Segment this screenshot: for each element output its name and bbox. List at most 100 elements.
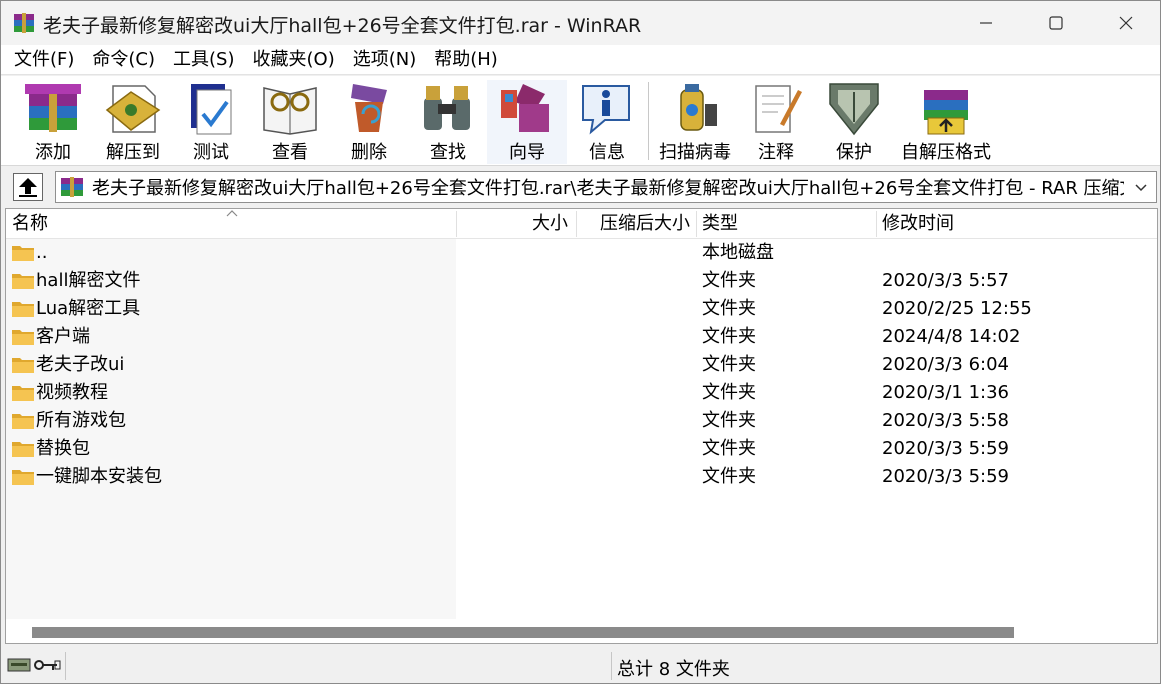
file-type: 文件夹 — [702, 326, 756, 347]
title-bar[interactable]: 老夫子最新修复解密改ui大厅hall包+26号全套文件打包.rar - WinR… — [1, 1, 1160, 45]
folder-icon — [12, 470, 34, 485]
extract-to-button[interactable]: 解压到 — [97, 80, 169, 164]
file-name: 一键脚本安装包 — [36, 466, 162, 487]
folder-icon — [12, 358, 34, 373]
file-type: 文件夹 — [702, 270, 756, 291]
menu-help[interactable]: 帮助(H) — [425, 45, 507, 75]
column-type[interactable]: 类型 — [702, 209, 738, 239]
path-text: 老夫子最新修复解密改ui大厅hall包+26号全套文件打包.rar\老夫子最新修… — [92, 178, 1124, 199]
virus-scan-label: 扫描病毒 — [659, 142, 731, 163]
file-modified: 2020/3/3 5:57 — [882, 270, 1009, 291]
column-name[interactable]: 名称 — [12, 209, 48, 239]
protect-icon — [829, 83, 879, 136]
toolbar-separator — [648, 82, 649, 160]
folder-icon — [12, 442, 34, 457]
info-label: 信息 — [589, 142, 625, 163]
find-button[interactable]: 查找 — [411, 80, 485, 164]
path-combobox[interactable]: 老夫子最新修复解密改ui大厅hall包+26号全套文件打包.rar\老夫子最新修… — [55, 171, 1157, 203]
table-row[interactable]: Lua解密工具 文件夹 2020/2/25 12:55 — [6, 295, 1157, 323]
status-separator — [611, 652, 612, 680]
virus-scan-button[interactable]: 扫描病毒 — [655, 80, 735, 164]
column-separator[interactable] — [696, 211, 697, 237]
address-bar: 老夫子最新修复解密改ui大厅hall包+26号全套文件打包.rar\老夫子最新修… — [1, 167, 1160, 207]
menu-commands[interactable]: 命令(C) — [83, 45, 164, 75]
file-type: 文件夹 — [702, 298, 756, 319]
extract-to-label: 解压到 — [106, 142, 160, 163]
table-row[interactable]: hall解密文件 文件夹 2020/3/3 5:57 — [6, 267, 1157, 295]
file-list[interactable]: 名称 大小 压缩后大小 类型 修改时间 .. 本地磁盘 hall解密文件 文件夹… — [5, 208, 1158, 644]
table-row[interactable]: 一键脚本安装包 文件夹 2020/3/3 5:59 — [6, 463, 1157, 491]
table-row[interactable]: 视频教程 文件夹 2020/3/1 1:36 — [6, 379, 1157, 407]
table-row[interactable]: 替换包 文件夹 2020/3/3 5:59 — [6, 435, 1157, 463]
menu-tools[interactable]: 工具(S) — [164, 45, 243, 75]
folder-icon — [12, 386, 34, 401]
file-name: 客户端 — [36, 326, 90, 347]
winrar-window: 老夫子最新修复解密改ui大厅hall包+26号全套文件打包.rar - WinR… — [0, 0, 1161, 684]
menu-favorites[interactable]: 收藏夹(O) — [244, 45, 344, 75]
test-label: 测试 — [193, 142, 229, 163]
column-size[interactable]: 大小 — [532, 209, 568, 239]
sfx-button[interactable]: 自解压格式 — [897, 80, 995, 164]
scrollbar-thumb[interactable] — [32, 627, 1014, 638]
file-type: 文件夹 — [702, 410, 756, 431]
up-folder-button[interactable] — [13, 173, 43, 201]
view-icon — [263, 87, 317, 135]
chevron-down-icon[interactable] — [1132, 178, 1150, 196]
column-separator[interactable] — [456, 211, 457, 237]
table-row[interactable]: 老夫子改ui 文件夹 2020/3/3 6:04 — [6, 351, 1157, 379]
file-rows: .. 本地磁盘 hall解密文件 文件夹 2020/3/3 5:57 Lua解密… — [6, 239, 1157, 491]
column-modified[interactable]: 修改时间 — [882, 209, 954, 239]
comment-button[interactable]: 注释 — [743, 80, 809, 164]
file-name: 替换包 — [36, 438, 90, 459]
file-name: hall解密文件 — [36, 270, 141, 291]
table-row[interactable]: 客户端 文件夹 2024/4/8 14:02 — [6, 323, 1157, 351]
close-button[interactable] — [1091, 1, 1160, 45]
horizontal-scrollbar[interactable] — [6, 623, 1157, 643]
info-button[interactable]: 信息 — [573, 80, 641, 164]
file-type: 文件夹 — [702, 354, 756, 375]
column-separator[interactable] — [576, 211, 577, 237]
file-modified: 2020/3/3 5:58 — [882, 410, 1009, 431]
status-separator — [65, 652, 66, 680]
maximize-button[interactable] — [1021, 1, 1091, 45]
view-button[interactable]: 查看 — [253, 80, 327, 164]
folder-icon — [12, 246, 34, 261]
toolbar: 添加 解压到 测试 查看 删除 查找 向导 信息 扫描病毒 注释 保护 自解压格… — [1, 76, 1160, 166]
folder-icon — [12, 330, 34, 345]
table-row[interactable]: 所有游戏包 文件夹 2020/3/3 5:58 — [6, 407, 1157, 435]
file-modified: 2020/3/3 5:59 — [882, 466, 1009, 487]
drive-key-icon[interactable] — [7, 656, 61, 674]
file-type: 本地磁盘 — [702, 242, 774, 263]
find-label: 查找 — [430, 142, 466, 163]
sfx-label: 自解压格式 — [901, 142, 991, 163]
column-separator[interactable] — [876, 211, 877, 237]
comment-label: 注释 — [758, 142, 794, 163]
wizard-button[interactable]: 向导 — [487, 80, 567, 164]
winrar-icon — [14, 13, 34, 33]
sort-ascending-icon — [226, 210, 238, 217]
file-type: 文件夹 — [702, 466, 756, 487]
add-button[interactable]: 添加 — [15, 80, 91, 164]
minimize-icon — [980, 22, 992, 24]
status-summary: 总计 8 文件夹 — [617, 659, 730, 680]
find-icon — [424, 86, 470, 130]
up-arrow-icon — [19, 178, 37, 197]
test-icon — [191, 84, 232, 135]
column-packed-size[interactable]: 压缩后大小 — [600, 209, 690, 239]
test-button[interactable]: 测试 — [177, 80, 245, 164]
file-modified: 2020/3/3 6:04 — [882, 354, 1009, 375]
add-archive-icon — [25, 84, 81, 132]
menu-file[interactable]: 文件(F) — [5, 45, 83, 75]
file-modified: 2020/3/3 5:59 — [882, 438, 1009, 459]
maximize-icon — [1049, 16, 1063, 30]
file-name: 视频教程 — [36, 382, 108, 403]
extract-to-icon — [105, 85, 161, 133]
minimize-button[interactable] — [951, 1, 1021, 45]
protect-button[interactable]: 保护 — [819, 80, 889, 164]
status-bar: 总计 8 文件夹 — [1, 648, 1160, 683]
add-label: 添加 — [35, 142, 71, 163]
window-title: 老夫子最新修复解密改ui大厅hall包+26号全套文件打包.rar - WinR… — [43, 15, 642, 37]
table-row[interactable]: .. 本地磁盘 — [6, 239, 1157, 267]
menu-options[interactable]: 选项(N) — [344, 45, 426, 75]
delete-button[interactable]: 删除 — [335, 80, 403, 164]
